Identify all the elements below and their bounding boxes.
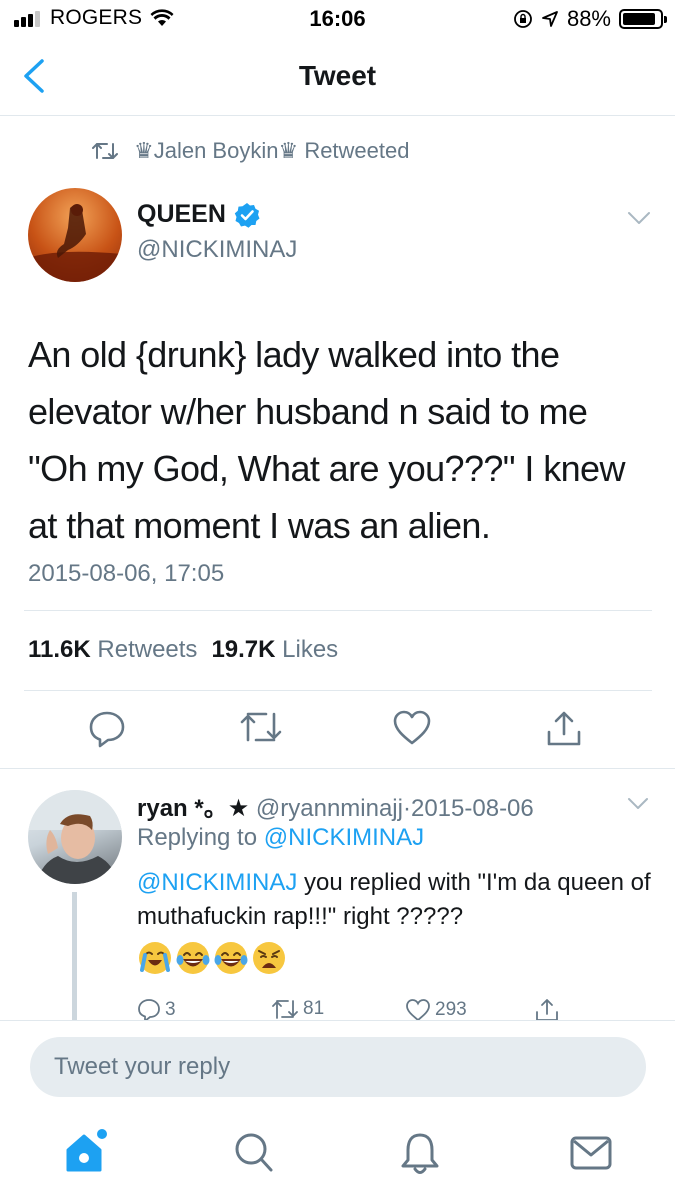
divider — [0, 768, 675, 769]
reply-author-name[interactable]: ryan *。★ — [137, 795, 249, 822]
location-arrow-icon — [542, 11, 558, 27]
reply-reply-action[interactable]: 3 — [137, 998, 176, 1022]
reply-reply-count: 3 — [165, 999, 176, 1020]
retweeted-label: Retweeted — [304, 138, 410, 163]
heart-icon[interactable] — [393, 710, 431, 746]
author-display-name: QUEEN — [137, 200, 226, 228]
thread-connector — [72, 892, 77, 1020]
orientation-lock-icon — [514, 10, 532, 28]
status-bar: ROGERS 16:06 88% — [0, 0, 675, 38]
messages-envelope-icon[interactable] — [570, 1136, 612, 1170]
reply-like-count: 293 — [435, 999, 467, 1020]
reply-date: 2015-08-06 — [410, 795, 534, 822]
page-title: Tweet — [298, 60, 377, 91]
author-avatar[interactable] — [28, 188, 122, 282]
chevron-down-icon[interactable] — [627, 210, 651, 226]
reply-author-avatar[interactable] — [28, 790, 122, 884]
replying-to-prefix: Replying to — [137, 824, 258, 851]
likes-label: Likes — [282, 636, 339, 663]
reply-like-action[interactable]: 293 — [405, 998, 467, 1022]
weary-face-icon — [253, 942, 285, 974]
header-separator: · — [402, 795, 411, 822]
reply-icon — [138, 999, 160, 1022]
tweet-stats: 11.6K Retweets 19.7K Likes — [28, 636, 338, 664]
share-icon[interactable] — [546, 710, 582, 748]
author-handle[interactable]: @NICKIMINAJ — [137, 236, 297, 264]
reply-text: @NICKIMINAJ you replied with "I'm da que… — [137, 866, 657, 934]
reply-author-handle[interactable]: @ryannminajj — [256, 795, 403, 822]
retweet-icon — [92, 143, 118, 159]
reply-composer-bar — [0, 1020, 675, 1110]
likes-count: 19.7K — [211, 636, 276, 663]
author-name[interactable]: QUEEN — [137, 200, 260, 229]
replying-to: Replying to @NICKIMINAJ — [137, 824, 424, 852]
retweet-icon[interactable] — [240, 710, 282, 744]
reply-icon[interactable] — [88, 710, 126, 748]
reply-retweet-count: 81 — [303, 998, 325, 1019]
face-with-tears-of-joy-icon — [214, 942, 248, 974]
retweeted-by[interactable]: ♛Jalen Boykin♛ Retweeted — [92, 138, 410, 164]
heart-icon — [406, 999, 430, 1022]
retweets-stat[interactable]: 11.6K Retweets — [28, 636, 197, 664]
chevron-down-icon[interactable] — [627, 797, 649, 811]
tweet-reply-input[interactable] — [30, 1037, 646, 1097]
search-icon[interactable] — [234, 1132, 274, 1174]
reply-retweet-action[interactable]: 81 — [271, 998, 324, 1020]
reply-emojis — [137, 940, 287, 976]
avatar-image — [28, 790, 122, 884]
divider — [24, 610, 652, 611]
replying-to-handle[interactable]: @NICKIMINAJ — [264, 824, 424, 851]
retweets-count: 11.6K — [28, 636, 91, 663]
face-with-tears-of-joy-icon — [176, 942, 210, 974]
divider — [24, 690, 652, 691]
loudly-crying-face-icon — [139, 942, 171, 974]
retweet-icon — [272, 1000, 298, 1019]
navigation-bar: Tweet — [0, 38, 675, 116]
share-icon — [536, 999, 558, 1021]
retweeter-name: ♛Jalen Boykin♛ — [134, 138, 299, 163]
battery-icon — [619, 9, 667, 29]
status-bar-right: 88% — [513, 6, 667, 32]
reply-header: ryan *。★ @ryannminajj·2015-08-06 — [137, 788, 534, 823]
verified-badge-icon — [234, 202, 260, 228]
bottom-tab-bar — [0, 1110, 675, 1200]
likes-stat[interactable]: 19.7K Likes — [211, 636, 338, 664]
battery-percent: 88% — [566, 6, 611, 31]
mention-link[interactable]: @NICKIMINAJ — [137, 869, 297, 896]
home-icon[interactable] — [64, 1128, 108, 1174]
notifications-bell-icon[interactable] — [400, 1132, 440, 1176]
retweets-label: Retweets — [97, 636, 198, 663]
avatar-image — [28, 204, 122, 282]
reply-share-action[interactable] — [535, 998, 559, 1022]
tweet-action-bar — [0, 710, 675, 750]
tweet-text: An old {drunk} lady walked into the elev… — [28, 334, 625, 546]
tweet-timestamp: 2015-08-06, 17:05 — [28, 560, 225, 587]
